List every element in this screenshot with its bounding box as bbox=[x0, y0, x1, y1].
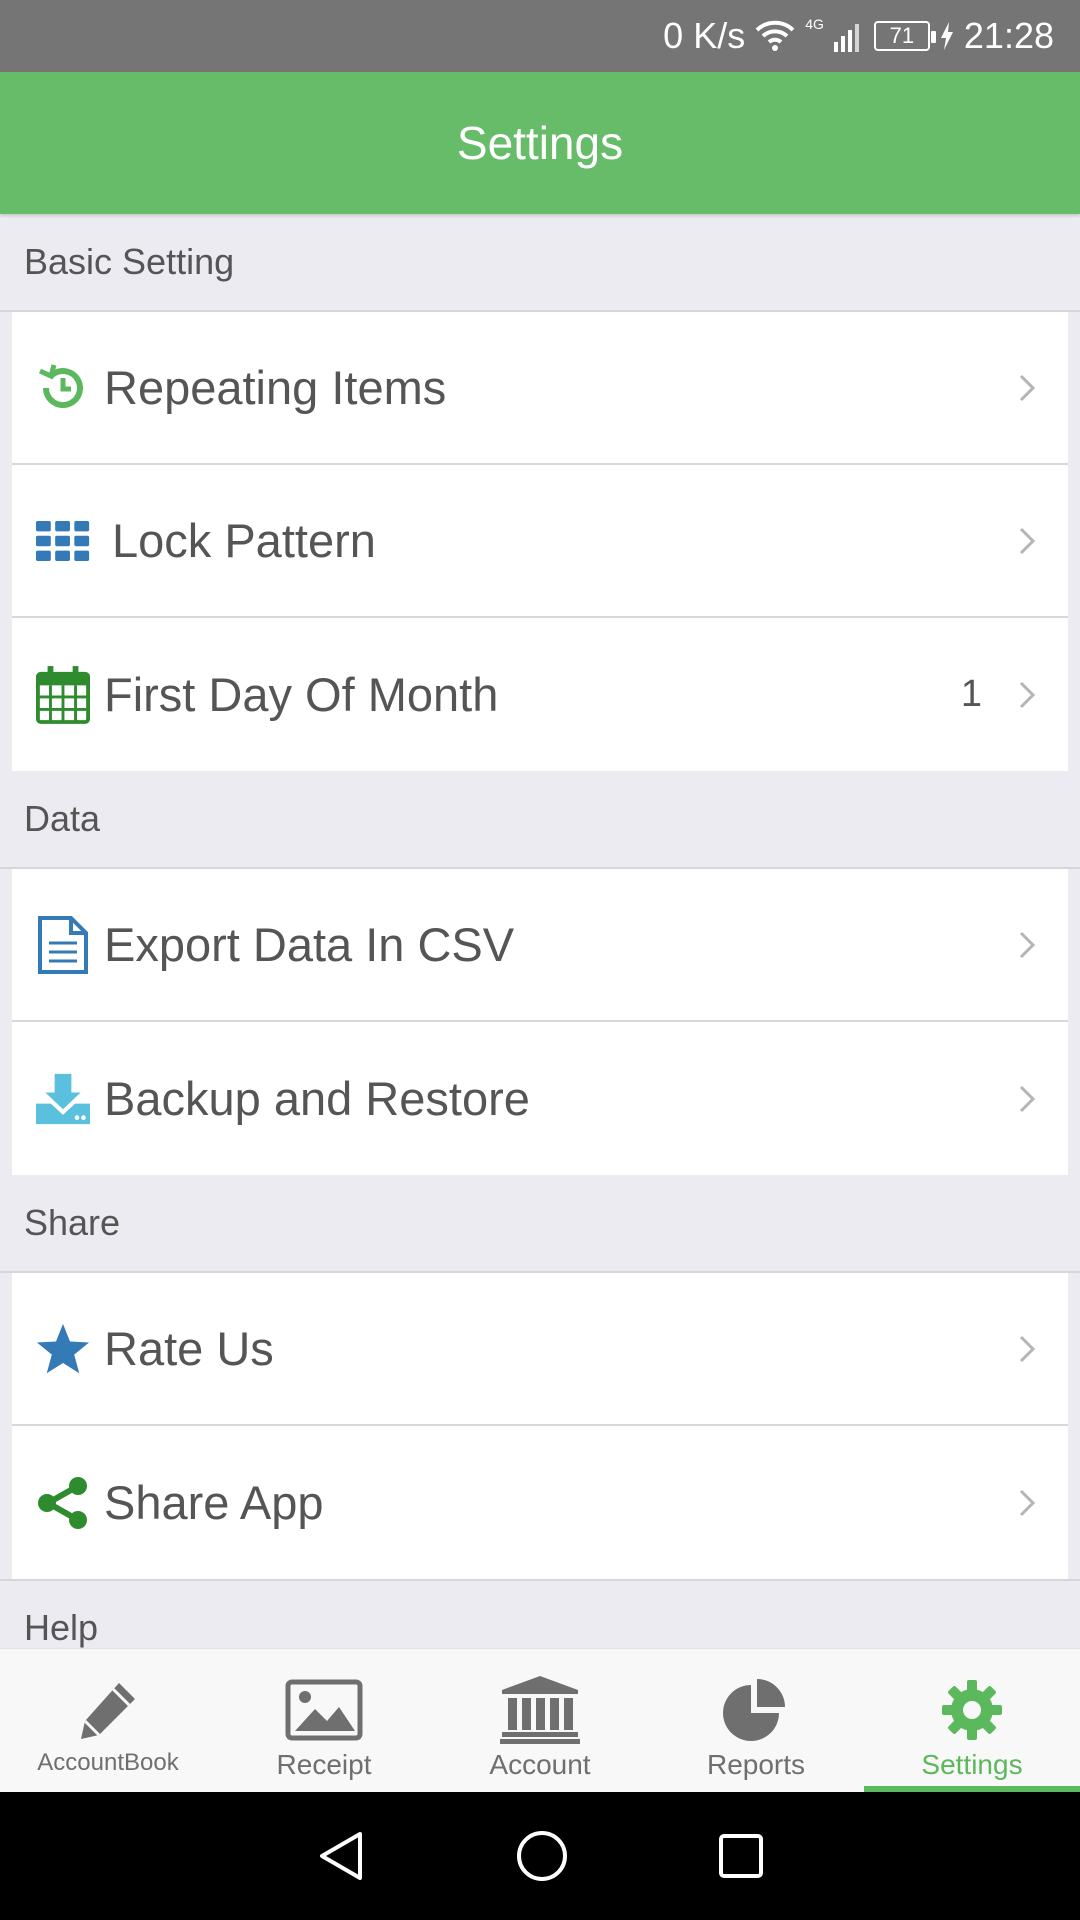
tab-label: Receipt bbox=[276, 1749, 372, 1780]
battery-icon: 71 bbox=[873, 21, 936, 51]
tab-reports[interactable]: Reports bbox=[648, 1649, 864, 1792]
chevron-right-icon bbox=[1019, 931, 1036, 958]
first-day-value: 1 bbox=[960, 673, 982, 715]
settings-item-first-day-of-month[interactable]: First Day Of Month 1 bbox=[12, 618, 1068, 771]
settings-item-rate-us[interactable]: Rate Us bbox=[12, 1273, 1068, 1426]
tab-receipt[interactable]: Receipt bbox=[216, 1649, 432, 1792]
repeat-clock-icon bbox=[36, 361, 90, 415]
settings-item-label: First Day Of Month bbox=[104, 668, 499, 721]
section-header-help: Help bbox=[0, 1579, 1080, 1648]
home-icon[interactable] bbox=[516, 1830, 568, 1882]
chevron-right-icon bbox=[1019, 1489, 1036, 1516]
settings-item-label: Share App bbox=[104, 1476, 324, 1529]
settings-item-share-app[interactable]: Share App bbox=[12, 1426, 1068, 1579]
settings-item-label: Backup and Restore bbox=[104, 1072, 530, 1125]
section-data: Export Data In CSV Backup and Restore bbox=[0, 869, 1080, 1175]
status-indicators: 0 K/s 4G 71 21:28 bbox=[663, 0, 1054, 72]
settings-list[interactable]: Basic Setting Repeating Items Lock Patte… bbox=[0, 214, 1080, 1648]
chevron-right-icon bbox=[1019, 681, 1036, 708]
section-header-data: Data bbox=[0, 771, 1080, 869]
tab-accountbook[interactable]: AccountBook bbox=[0, 1649, 216, 1792]
calendar-icon bbox=[36, 665, 90, 724]
tab-account[interactable]: Account bbox=[432, 1649, 648, 1792]
download-icon bbox=[36, 1072, 90, 1126]
settings-item-label: Repeating Items bbox=[104, 361, 447, 414]
pencil-icon bbox=[75, 1675, 141, 1745]
grid-icon bbox=[36, 514, 90, 568]
recents-icon[interactable] bbox=[718, 1833, 764, 1879]
chevron-right-icon bbox=[1019, 527, 1036, 554]
section-header-basic: Basic Setting bbox=[0, 214, 1080, 312]
settings-item-backup-restore[interactable]: Backup and Restore bbox=[12, 1022, 1068, 1175]
image-icon bbox=[285, 1675, 363, 1745]
settings-item-lock-pattern[interactable]: Lock Pattern bbox=[12, 465, 1068, 618]
section-header-share: Share bbox=[0, 1175, 1080, 1273]
pie-chart-icon bbox=[721, 1675, 791, 1745]
star-icon bbox=[36, 1322, 90, 1376]
settings-item-repeating-items[interactable]: Repeating Items bbox=[12, 312, 1068, 465]
chevron-right-icon bbox=[1019, 1335, 1036, 1362]
page-title: Settings bbox=[456, 117, 624, 169]
settings-item-label: Lock Pattern bbox=[112, 514, 376, 567]
bottom-tab-bar: AccountBook Receipt Account Reports Sett… bbox=[0, 1648, 1080, 1792]
tab-label: Reports bbox=[706, 1749, 806, 1780]
signal-icon bbox=[833, 20, 864, 52]
tab-label: Settings bbox=[921, 1749, 1023, 1780]
share-icon bbox=[36, 1476, 90, 1530]
status-bar: 0 K/s 4G 71 21:28 bbox=[0, 0, 1080, 72]
gear-icon bbox=[940, 1675, 1004, 1745]
tab-label: Account bbox=[489, 1749, 591, 1780]
settings-item-export-csv[interactable]: Export Data In CSV bbox=[12, 869, 1068, 1022]
section-basic: Repeating Items Lock Pattern First Day O… bbox=[0, 312, 1080, 771]
wifi-icon bbox=[755, 20, 795, 52]
network-type: 4G bbox=[805, 16, 824, 32]
net-speed: 0 K/s bbox=[663, 15, 746, 56]
clock: 21:28 bbox=[963, 15, 1054, 56]
back-icon[interactable] bbox=[316, 1830, 366, 1882]
chevron-right-icon bbox=[1019, 374, 1036, 401]
charging-icon bbox=[940, 22, 954, 50]
settings-item-label: Export Data In CSV bbox=[104, 918, 515, 971]
section-share: Rate Us Share App bbox=[0, 1273, 1080, 1579]
document-icon bbox=[36, 915, 90, 974]
settings-item-label: Rate Us bbox=[104, 1322, 274, 1375]
app-bar: Settings bbox=[0, 72, 1080, 214]
bank-icon bbox=[500, 1675, 580, 1745]
system-nav-bar bbox=[0, 1792, 1080, 1920]
chevron-right-icon bbox=[1019, 1085, 1036, 1112]
tab-settings[interactable]: Settings bbox=[864, 1649, 1080, 1792]
tab-label: AccountBook bbox=[37, 1749, 179, 1776]
